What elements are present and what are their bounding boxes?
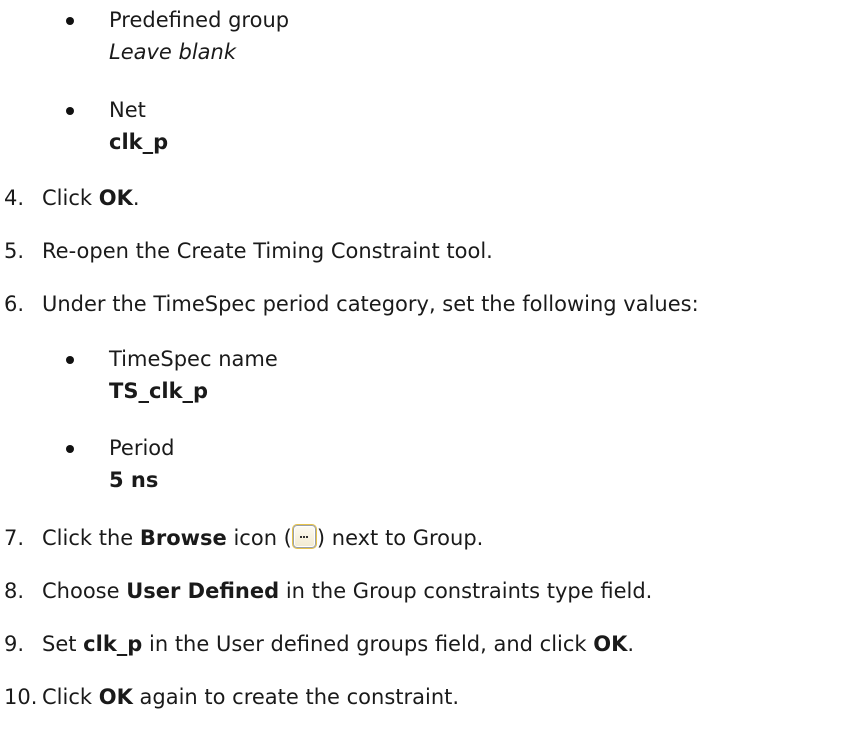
step-text-bold: User Defined	[126, 579, 280, 603]
step-number: 9.	[4, 632, 25, 656]
step-number: 10.	[4, 685, 38, 709]
step-text-part: Click	[42, 685, 99, 709]
step-text: Click the Browse icon ( ) next to Group.	[42, 522, 483, 554]
step-text: Click OK again to create the constraint.	[42, 681, 459, 713]
bullet-label: Predefined group	[109, 8, 290, 32]
browse-ellipsis-icon	[292, 525, 316, 548]
bullet-value: 5 ns	[109, 468, 159, 492]
step-text-part: icon (	[226, 526, 292, 550]
step-text-bold: OK	[98, 186, 133, 210]
step-number: 4.	[4, 186, 25, 210]
step-number: 7.	[4, 526, 25, 550]
step-text-bold: Browse	[139, 526, 227, 550]
bullet-value: clk_p	[109, 130, 169, 154]
step-number: 5.	[4, 239, 25, 263]
step-text-part: again to create the constraint.	[132, 685, 460, 709]
bullet-dot	[66, 17, 74, 25]
step-text-bold: OK	[593, 632, 628, 656]
bullet-dot	[66, 356, 74, 364]
step-number: 8.	[4, 579, 25, 603]
step-text: Click OK.	[42, 182, 140, 214]
step-text-part: Click	[42, 186, 99, 210]
step-text-part: in the User defined groups field, and cl…	[142, 632, 594, 656]
step-text-part: .	[627, 632, 635, 656]
bullet-dot	[66, 445, 74, 453]
bullet-value: TS_clk_p	[109, 379, 209, 403]
step-text-part: Click the	[42, 526, 140, 550]
bullet-value: Leave blank	[109, 40, 237, 64]
step-text-part: in the Group constraints type field.	[279, 579, 653, 603]
bullet-label: Net	[109, 98, 146, 122]
step-text: Under the TimeSpec period category, set …	[42, 292, 699, 316]
bullet-dot	[66, 107, 74, 115]
step-text-part: ) next to Group.	[316, 526, 484, 550]
step-text-bold: OK	[98, 685, 133, 709]
instruction-document: Predefined group Leave blank Net clk_p 4…	[0, 0, 863, 750]
step-text-part: Choose	[42, 579, 127, 603]
step-text-part: .	[132, 186, 140, 210]
bullet-label: TimeSpec name	[109, 347, 278, 371]
step-text: Re-open the Create Timing Constraint too…	[42, 239, 493, 263]
step-number: 6.	[4, 292, 25, 316]
step-text: Choose User Defined in the Group constra…	[42, 575, 652, 607]
step-text: Set clk_p in the User defined groups fie…	[42, 628, 634, 660]
bullet-label: Period	[109, 436, 175, 460]
step-text-part: Set	[42, 632, 84, 656]
step-text-bold: clk_p	[83, 632, 143, 656]
